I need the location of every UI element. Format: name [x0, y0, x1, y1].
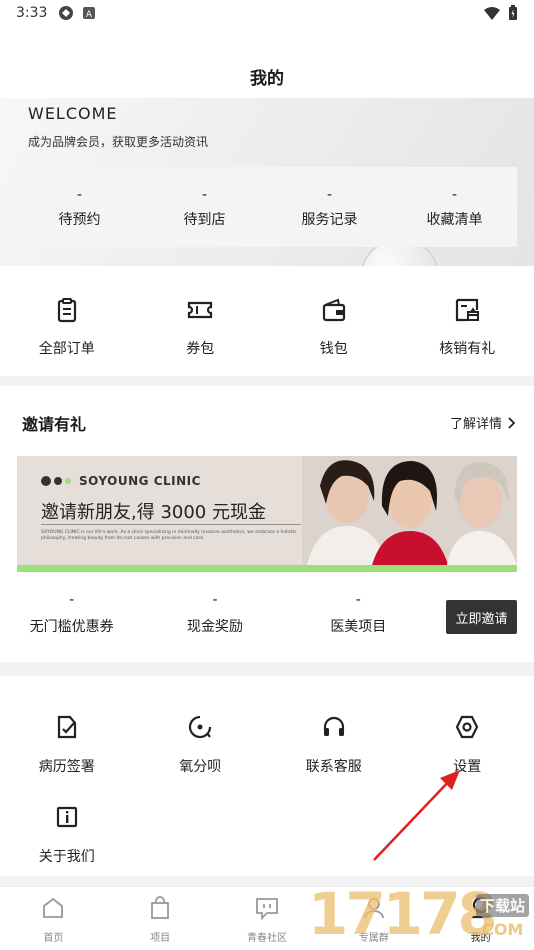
stat-label: 收藏清单 — [426, 212, 483, 228]
vpn-icon — [59, 6, 73, 20]
home-icon — [43, 897, 64, 918]
banner-headline: 邀请新朋友,得 3000 元现金 — [41, 502, 266, 523]
status-icons-left: A — [58, 5, 96, 21]
brand-logo — [41, 476, 71, 486]
grid-label: 全部订单 — [38, 341, 95, 357]
stat-service-records[interactable]: - 服务记录 — [267, 167, 392, 247]
stat-value: - — [69, 592, 75, 608]
info-icon — [56, 806, 77, 828]
wifi-icon — [484, 7, 500, 20]
svc-label: 设置 — [453, 759, 482, 775]
settings-icon — [456, 715, 479, 739]
services-row-1: 病历签署 氧分呗 联系客服 设置 — [0, 714, 534, 776]
stat-value: - — [76, 187, 83, 203]
welcome-title: WELCOME — [28, 104, 118, 123]
coupon-pack-button[interactable]: 券包 — [134, 266, 268, 376]
chat-icon — [256, 898, 278, 921]
tab-label: 项目 — [150, 933, 171, 944]
brand-name: SOYOUNG CLINIC — [79, 474, 201, 488]
bottom-tab-bar: 首页 项目 青春社区 专属群 我的 — [0, 886, 534, 950]
stat-label: 服务记录 — [301, 212, 358, 228]
svc-label: 联系客服 — [305, 759, 362, 775]
welcome-subtitle: 成为品牌会员，获取更多活动资讯 — [28, 135, 209, 149]
app-notification-icon: A — [83, 7, 95, 20]
status-icons-right — [484, 5, 518, 21]
gift-redeem-icon — [456, 298, 480, 322]
tab-community[interactable]: 青春社区 — [214, 887, 321, 950]
invite-now-button[interactable]: 立即邀请 — [446, 600, 517, 634]
stat-value: - — [355, 592, 361, 608]
redeem-gift-button[interactable]: 核销有礼 — [401, 266, 534, 376]
invite-title: 邀请有礼 — [22, 415, 87, 434]
invite-stats: - 无门槛优惠券 - 现金奖励 - 医美项目 — [0, 592, 430, 636]
invite-stat-project: - 医美项目 — [287, 592, 430, 636]
clipboard-icon — [57, 298, 76, 323]
tab-label: 首页 — [43, 933, 64, 944]
wallet-button[interactable]: 钱包 — [267, 266, 401, 376]
tab-home[interactable]: 首页 — [0, 887, 107, 950]
sign-document-icon — [57, 715, 76, 739]
ticket-icon — [188, 301, 213, 319]
stat-label: 现金奖励 — [186, 619, 243, 635]
stat-value: - — [451, 187, 458, 203]
stat-pending-booking[interactable]: - 待预约 — [17, 167, 142, 247]
tab-exclusive-group[interactable]: 专属群 — [320, 887, 427, 950]
profile-icon — [471, 896, 490, 919]
svc-label: 关于我们 — [38, 849, 95, 865]
svc-label: 氧分呗 — [179, 759, 222, 775]
brand-row: SOYOUNG CLINIC — [41, 474, 201, 488]
invite-stat-coupon: - 无门槛优惠券 — [0, 592, 143, 636]
invite-details-link[interactable]: 了解详情 — [450, 413, 516, 432]
tab-projects[interactable]: 项目 — [107, 887, 214, 950]
grid-label: 核销有礼 — [439, 341, 496, 357]
shopping-bag-icon — [151, 896, 170, 919]
stat-value: - — [326, 187, 333, 203]
stat-favorites[interactable]: - 收藏清单 — [392, 167, 517, 247]
stat-value: - — [201, 187, 208, 203]
banner-divider — [41, 524, 301, 525]
tab-mine[interactable]: 我的 — [427, 887, 534, 950]
status-bar: 3:33 A — [0, 0, 534, 30]
page-title: 我的 — [250, 69, 284, 89]
stat-label: 医美项目 — [330, 619, 387, 635]
stat-label: 待到店 — [183, 212, 226, 228]
oxygen-points-button[interactable]: 氧分呗 — [134, 714, 268, 776]
header: 我的 — [0, 30, 534, 98]
banner-fine-print: SOYOUNG CLINIC is our life's work. As a … — [41, 530, 297, 541]
svg-text:A: A — [86, 10, 93, 20]
invite-details-label: 了解详情 — [449, 417, 502, 432]
services-section: 病历签署 氧分呗 联系客服 设置 关于我们 — [0, 676, 534, 876]
tab-label: 我的 — [470, 933, 491, 944]
tab-label: 青春社区 — [246, 933, 287, 944]
invite-section: 邀请有礼 了解详情 SOYOUNG CLINIC 邀请新朋友,得 3000 元现… — [0, 386, 534, 662]
tab-label: 专属群 — [358, 933, 389, 944]
battery-icon — [509, 5, 517, 20]
invite-banner[interactable]: SOYOUNG CLINIC 邀请新朋友,得 3000 元现金 SOYOUNG … — [17, 456, 517, 572]
stat-pending-visit[interactable]: - 待到店 — [142, 167, 267, 247]
settings-button[interactable]: 设置 — [401, 714, 534, 776]
all-orders-button[interactable]: 全部订单 — [0, 266, 134, 376]
models-photo — [302, 456, 517, 565]
stat-value: - — [212, 592, 218, 608]
invite-stat-cash: - 现金奖励 — [143, 592, 286, 636]
orders-section: 全部订单 券包 钱包 核销有礼 — [0, 266, 534, 376]
grid-label: 钱包 — [319, 341, 348, 357]
grid-label: 券包 — [186, 341, 215, 357]
welcome-banner: WELCOME 成为品牌会员，获取更多活动资讯 - 待预约 - 待到店 - 服务… — [0, 98, 534, 266]
services-row-2: 关于我们 — [0, 804, 534, 866]
chevron-right-icon — [508, 416, 516, 429]
stat-label: 待预约 — [58, 212, 101, 228]
banner-accent-strip — [17, 565, 517, 572]
stat-label: 无门槛优惠券 — [29, 619, 114, 635]
medical-record-sign-button[interactable]: 病历签署 — [0, 714, 134, 776]
status-time: 3:33 — [16, 5, 48, 21]
headset-icon — [323, 716, 344, 736]
oxygen-icon — [189, 715, 212, 739]
wallet-icon — [322, 298, 345, 322]
about-us-button[interactable]: 关于我们 — [0, 804, 134, 866]
svc-label: 病历签署 — [38, 759, 95, 775]
member-stats-card: - 待预约 - 待到店 - 服务记录 - 收藏清单 — [17, 167, 517, 247]
customer-service-button[interactable]: 联系客服 — [267, 714, 401, 776]
group-icon — [363, 898, 384, 919]
